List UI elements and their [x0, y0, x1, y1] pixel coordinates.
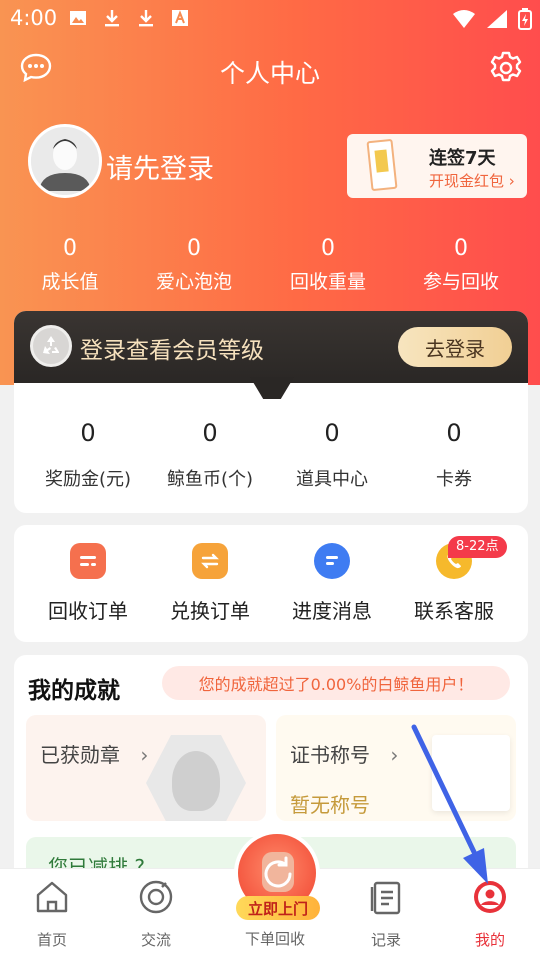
certificates-label-text: 证书称号 [290, 743, 370, 767]
download-icon [102, 8, 122, 28]
service-hours-badge: 8-22点 [448, 536, 507, 558]
order-label: 兑换订单 [170, 599, 250, 623]
avatar[interactable] [28, 124, 102, 198]
instant-pickup-tag[interactable]: 立即上门 [236, 896, 320, 920]
community-icon [136, 877, 176, 917]
certificate-value: 暂无称号 [290, 793, 370, 817]
go-login-button[interactable]: 去登录 [398, 327, 512, 367]
download-icon [136, 8, 156, 28]
certificates-box[interactable]: 证书称号 › 暂无称号 [276, 715, 516, 821]
stat-label: 回收重量 [289, 271, 366, 293]
exchange-order-icon [192, 543, 228, 579]
status-bar: 4:00 [0, 0, 540, 38]
recycle-order-icon [70, 543, 106, 579]
app-notification-icon [170, 8, 190, 28]
member-level-bar: 登录查看会员等级 去登录 [14, 311, 528, 383]
stat-value: 0 [454, 236, 468, 261]
settings-gear-icon[interactable] [486, 48, 526, 88]
profile-icon [470, 877, 510, 917]
refresh-icon [264, 856, 292, 888]
red-envelope-icon [366, 138, 398, 192]
nav-label: 交流 [140, 931, 171, 949]
achievements-title: 我的成就 [28, 678, 120, 704]
stat-value: 0 [63, 236, 77, 261]
wallet-whale-coins[interactable]: 0 鲸鱼币(个) [146, 419, 274, 491]
wallet-coupons[interactable]: 0 卡券 [390, 419, 518, 491]
nav-records[interactable]: 记录 [334, 877, 438, 950]
wallet-label: 卡券 [436, 469, 472, 490]
medal-badge-icon [146, 735, 246, 821]
nav-label: 首页 [36, 931, 67, 949]
nav-label: 记录 [370, 931, 401, 949]
gallery-icon [68, 8, 88, 28]
certificates-label: 证书称号 › [290, 739, 398, 768]
recycle-orders-button[interactable]: 回收订单 [24, 543, 152, 624]
member-bar-notch [250, 377, 294, 399]
wallet-value: 0 [324, 419, 340, 447]
medals-label-text: 已获勋章 [40, 743, 120, 767]
stat-growth[interactable]: 0 成长值 [5, 236, 135, 294]
medals-label: 已获勋章 › [40, 739, 148, 768]
exchange-orders-button[interactable]: 兑换订单 [146, 543, 274, 624]
wallet-value: 0 [202, 419, 218, 447]
wallet-label: 奖励金(元) [44, 469, 132, 490]
stat-label: 爱心泡泡 [155, 271, 232, 293]
title-bar: 个人中心 [0, 44, 540, 96]
signin-subtitle: 开现金红包 › [429, 172, 515, 190]
recycle-badge-icon [30, 325, 72, 367]
progress-messages-button[interactable]: 进度消息 [268, 543, 396, 624]
user-stats: 0 成长值 0 爱心泡泡 0 回收重量 0 参与回收 [0, 236, 540, 296]
wallet-label: 道具中心 [296, 469, 368, 490]
stat-recycle-weight[interactable]: 0 回收重量 [263, 236, 393, 294]
achievement-percentile-notice: 您的成就超过了0.00%的白鲸鱼用户！ [162, 666, 510, 700]
medals-box[interactable]: 已获勋章 › [26, 715, 266, 821]
stat-love-bubbles[interactable]: 0 爱心泡泡 [129, 236, 259, 294]
records-icon [366, 877, 406, 917]
signin-title: 连签7天 [429, 148, 496, 169]
chevron-right-icon: › [390, 743, 399, 767]
wallet-value: 0 [446, 419, 462, 447]
signal-icon [486, 9, 508, 33]
stat-recycle-count[interactable]: 0 参与回收 [396, 236, 526, 294]
wallet-label: 鲸鱼币(个) [166, 469, 254, 490]
order-label: 联系客服 [414, 599, 494, 623]
battery-icon [518, 8, 532, 34]
wifi-icon [452, 9, 476, 33]
nav-home[interactable]: 首页 [0, 877, 104, 950]
stat-label: 成长值 [41, 271, 99, 293]
nav-label: 我的 [474, 931, 505, 949]
certificate-icon [432, 735, 510, 811]
login-prompt-text[interactable]: 请先登录 [106, 147, 214, 186]
nav-mine[interactable]: 我的 [438, 877, 540, 950]
wallet-value: 0 [80, 419, 96, 447]
wallet-reward-money[interactable]: 0 奖励金(元) [24, 419, 152, 491]
order-label: 进度消息 [292, 599, 372, 623]
nav-label-order: 下单回收 [244, 930, 305, 948]
home-icon [32, 877, 72, 917]
page-title: 个人中心 [219, 59, 320, 88]
stat-value: 0 [321, 236, 335, 261]
nav-community[interactable]: 交流 [104, 877, 208, 950]
wallet-props-center[interactable]: 0 道具中心 [268, 419, 396, 491]
daily-signin-card[interactable]: 连签7天 开现金红包 › [347, 134, 527, 198]
member-level-text: 登录查看会员等级 [80, 338, 264, 364]
order-label: 回收订单 [48, 599, 128, 623]
chevron-right-icon: › [140, 743, 149, 767]
stat-label: 参与回收 [422, 271, 499, 293]
progress-message-icon [314, 543, 350, 579]
status-time: 4:00 [10, 6, 58, 30]
stat-value: 0 [187, 236, 201, 261]
member-card: 登录查看会员等级 去登录 0 奖励金(元) 0 鲸鱼币(个) 0 道具中心 0 … [14, 311, 528, 513]
